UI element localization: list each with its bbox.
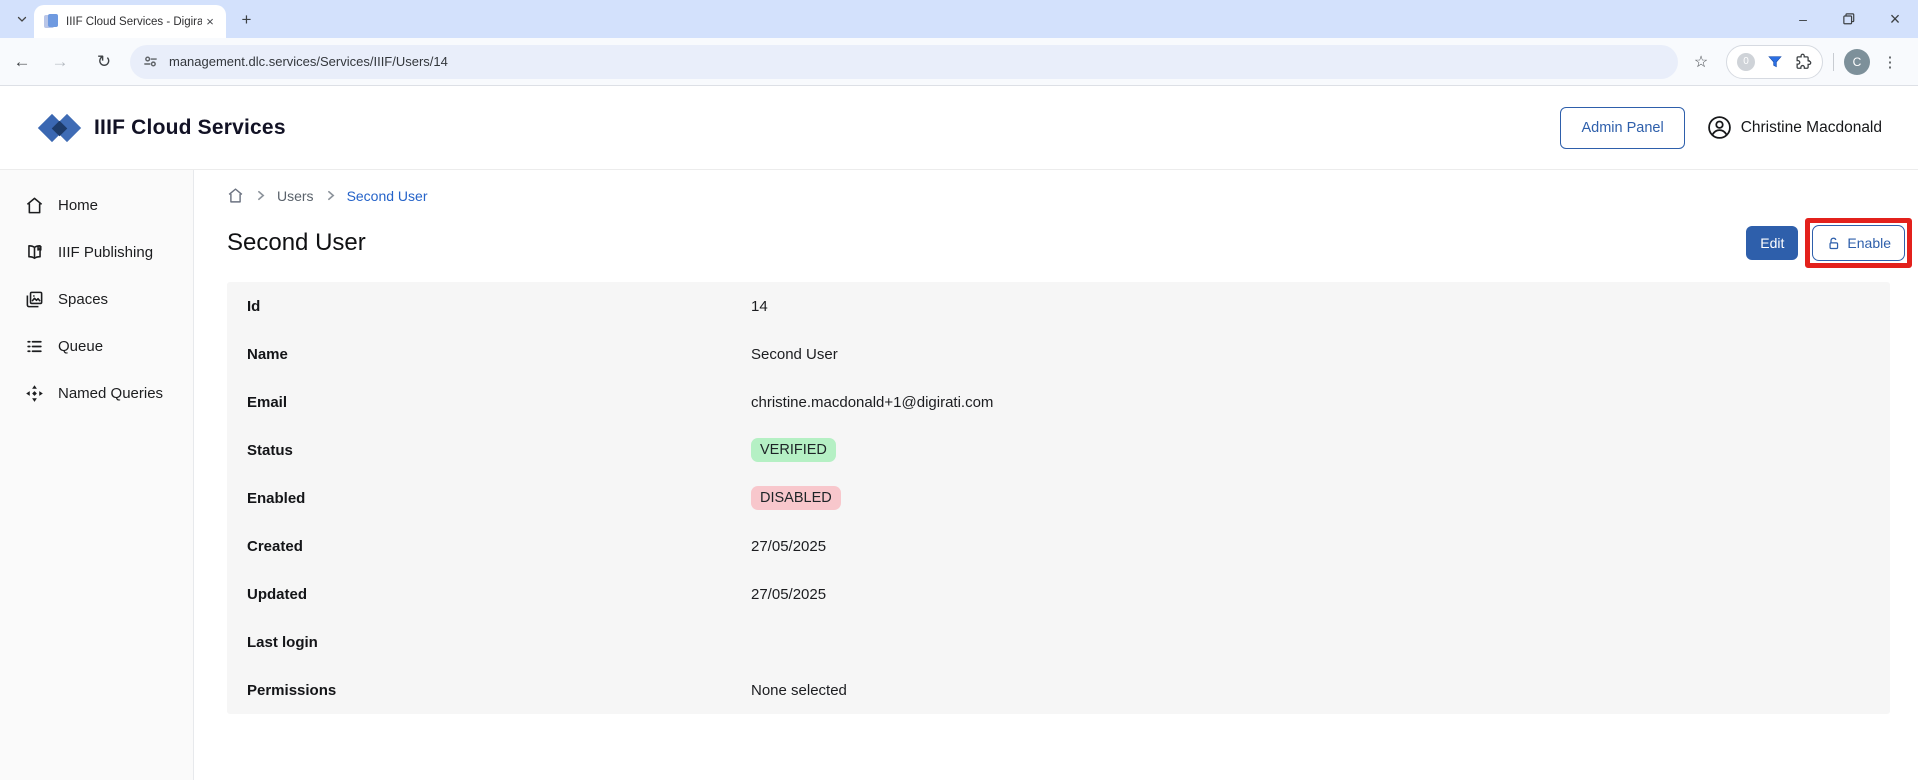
edit-button[interactable]: Edit (1746, 226, 1799, 260)
browser-profile-avatar[interactable]: C (1844, 48, 1870, 75)
move-arrows-icon (25, 384, 44, 403)
field-value: christine.macdonald+1@digirati.com (751, 393, 994, 411)
sidebar-item-label: Home (58, 197, 99, 214)
new-tab-button[interactable]: + (236, 9, 257, 30)
maximize-button[interactable] (1826, 0, 1872, 38)
breadcrumb: Users Second User (227, 187, 1918, 204)
detail-row-enabled: Enabled DISABLED (227, 474, 1890, 522)
detail-row-id: Id 14 (227, 282, 1890, 330)
sidebar: Home IIIF Publishing Spaces Queue Named … (0, 170, 194, 780)
sidebar-item-label: Queue (58, 338, 104, 355)
user-menu[interactable]: Christine Macdonald (1707, 115, 1882, 140)
chevron-right-icon (324, 189, 337, 202)
sidebar-item-home[interactable]: Home (0, 182, 193, 229)
browser-tab[interactable]: IIIF Cloud Services - Digirati × (34, 5, 226, 38)
bookmark-star-icon[interactable]: ☆ (1686, 47, 1716, 77)
sidebar-item-label: Spaces (58, 291, 109, 308)
red-highlight-annotation: Enable (1805, 218, 1912, 268)
book-open-icon (25, 243, 44, 262)
tab-search-chevron-icon[interactable] (8, 5, 36, 33)
forward-button[interactable]: → (44, 46, 76, 78)
field-value: None selected (751, 681, 847, 699)
user-name: Christine Macdonald (1740, 118, 1882, 136)
site-favicon (44, 14, 59, 29)
close-window-button[interactable]: × (1872, 0, 1918, 38)
user-detail-card: Id 14 Name Second User Email christine.m… (227, 282, 1890, 714)
window-controls: – × (1780, 0, 1918, 38)
brand-title: IIIF Cloud Services (94, 115, 286, 139)
minimize-button[interactable]: – (1780, 0, 1826, 38)
detail-row-created: Created 27/05/2025 (227, 522, 1890, 570)
detail-row-updated: Updated 27/05/2025 (227, 570, 1890, 618)
field-label: Enabled (247, 489, 306, 507)
reload-button[interactable]: ↻ (88, 46, 120, 78)
browser-toolbar: ← → ↻ management.dlc.services/Services/I… (0, 38, 1918, 86)
detail-row-status: Status VERIFIED (227, 426, 1890, 474)
account-circle-icon (1707, 115, 1732, 140)
tab-title: IIIF Cloud Services - Digirati (66, 15, 202, 28)
tab-close-icon[interactable]: × (202, 14, 218, 30)
field-value: 27/05/2025 (751, 585, 827, 603)
app-viewport: IIIF Cloud Services Admin Panel Christin… (0, 86, 1918, 780)
sidebar-item-named-queries[interactable]: Named Queries (0, 370, 193, 417)
field-value: 14 (751, 297, 768, 315)
sidebar-item-label: Named Queries (58, 385, 164, 402)
status-badge: VERIFIED (751, 438, 836, 462)
sidebar-item-iiif-publishing[interactable]: IIIF Publishing (0, 229, 193, 276)
address-bar[interactable]: management.dlc.services/Services/IIIF/Us… (130, 44, 1678, 79)
admin-panel-button[interactable]: Admin Panel (1560, 106, 1685, 149)
sidebar-item-label: IIIF Publishing (58, 244, 154, 261)
breadcrumb-home-icon[interactable] (227, 187, 244, 204)
url-text[interactable]: management.dlc.services/Services/IIIF/Us… (169, 54, 448, 69)
extensions-pill: 0 (1726, 44, 1823, 79)
field-value: 27/05/2025 (751, 537, 827, 555)
sidebar-item-queue[interactable]: Queue (0, 323, 193, 370)
browser-menu-kebab-icon[interactable]: ⋮ (1876, 48, 1904, 76)
field-label: Last login (247, 633, 318, 651)
photo-stack-icon (25, 290, 44, 309)
chevron-right-icon (254, 189, 267, 202)
detail-row-email: Email christine.macdonald+1@digirati.com (227, 378, 1890, 426)
sidebar-item-spaces[interactable]: Spaces (0, 276, 193, 323)
site-info-icon[interactable] (142, 53, 159, 70)
extension-funnel-icon[interactable] (1767, 54, 1783, 70)
field-label: Permissions (247, 681, 337, 699)
detail-row-name: Name Second User (227, 330, 1890, 378)
field-value: Second User (751, 345, 838, 363)
breadcrumb-current[interactable]: Second User (347, 188, 428, 204)
browser-tabstrip: IIIF Cloud Services - Digirati × + – × (0, 0, 1918, 38)
app-header: IIIF Cloud Services Admin Panel Christin… (0, 86, 1918, 170)
enable-button-label: Enable (1847, 235, 1891, 251)
breadcrumb-users-link[interactable]: Users (277, 188, 314, 204)
field-label: Created (247, 537, 303, 555)
unlock-icon (1826, 236, 1841, 251)
toolbar-divider (1833, 52, 1834, 71)
field-label: Name (247, 345, 288, 363)
field-label: Email (247, 393, 288, 411)
list-icon (25, 337, 44, 356)
main-content: Users Second User Second User Edit Enabl… (194, 170, 1918, 780)
home-icon (25, 196, 44, 215)
page-title: Second User (227, 229, 366, 256)
extension-badge-icon[interactable]: 0 (1737, 52, 1755, 71)
detail-row-last-login: Last login (227, 618, 1890, 666)
enable-button[interactable]: Enable (1812, 225, 1905, 261)
field-label: Status (247, 441, 293, 459)
field-label: Updated (247, 585, 307, 603)
extensions-puzzle-icon[interactable] (1795, 53, 1812, 70)
detail-row-permissions: Permissions None selected (227, 666, 1890, 714)
enabled-badge: DISABLED (751, 486, 841, 510)
iiif-cloud-logo-icon (37, 110, 84, 146)
back-button[interactable]: ← (6, 46, 38, 78)
field-label: Id (247, 297, 261, 315)
